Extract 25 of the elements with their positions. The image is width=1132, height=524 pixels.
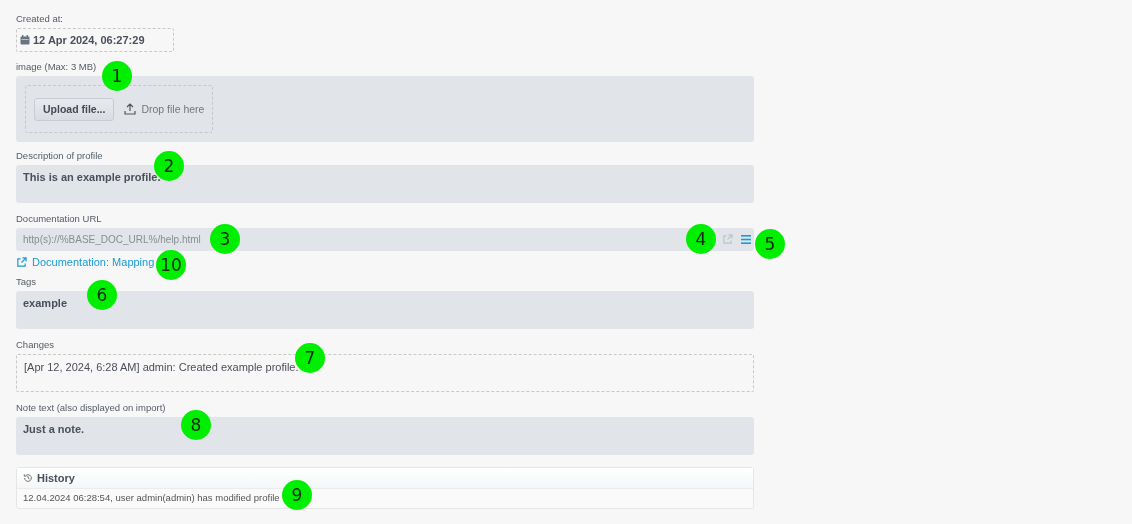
history-title: History [37, 472, 75, 484]
menu-icon[interactable] [741, 235, 751, 244]
callout-marker: 3 [210, 224, 240, 254]
drop-hint: Drop file here [141, 103, 205, 115]
callout-marker: 4 [686, 224, 716, 254]
callout-marker: 8 [181, 410, 211, 440]
date-field: 12 Apr 2024, 06:27:29 [16, 28, 174, 52]
callout-marker: 10 [156, 250, 186, 280]
field-label: Tags [16, 276, 37, 287]
callout-marker: 6 [87, 280, 117, 310]
field-label: Documentation URL [16, 213, 102, 224]
field-label: Note text (also displayed on import) [16, 402, 166, 413]
field-label: Changes [16, 339, 55, 350]
callout-marker: 5 [755, 229, 785, 259]
callout-marker: 1 [102, 61, 132, 91]
upload-icon [124, 103, 137, 115]
calendar-icon [20, 35, 30, 45]
field-label: Description of profile [16, 150, 103, 161]
upload-button[interactable]: Upload file... [34, 97, 115, 121]
field-label: Created at: [16, 13, 63, 24]
drop-zone[interactable]: Upload file... Drop file here [25, 85, 213, 133]
history-entry: 12.04.2024 06:28:54, user admin(admin) has modified profile [23, 492, 280, 503]
external-link-icon [16, 256, 27, 268]
history-icon [23, 473, 33, 483]
field-label: image (Max: 3 MB) [16, 61, 97, 72]
